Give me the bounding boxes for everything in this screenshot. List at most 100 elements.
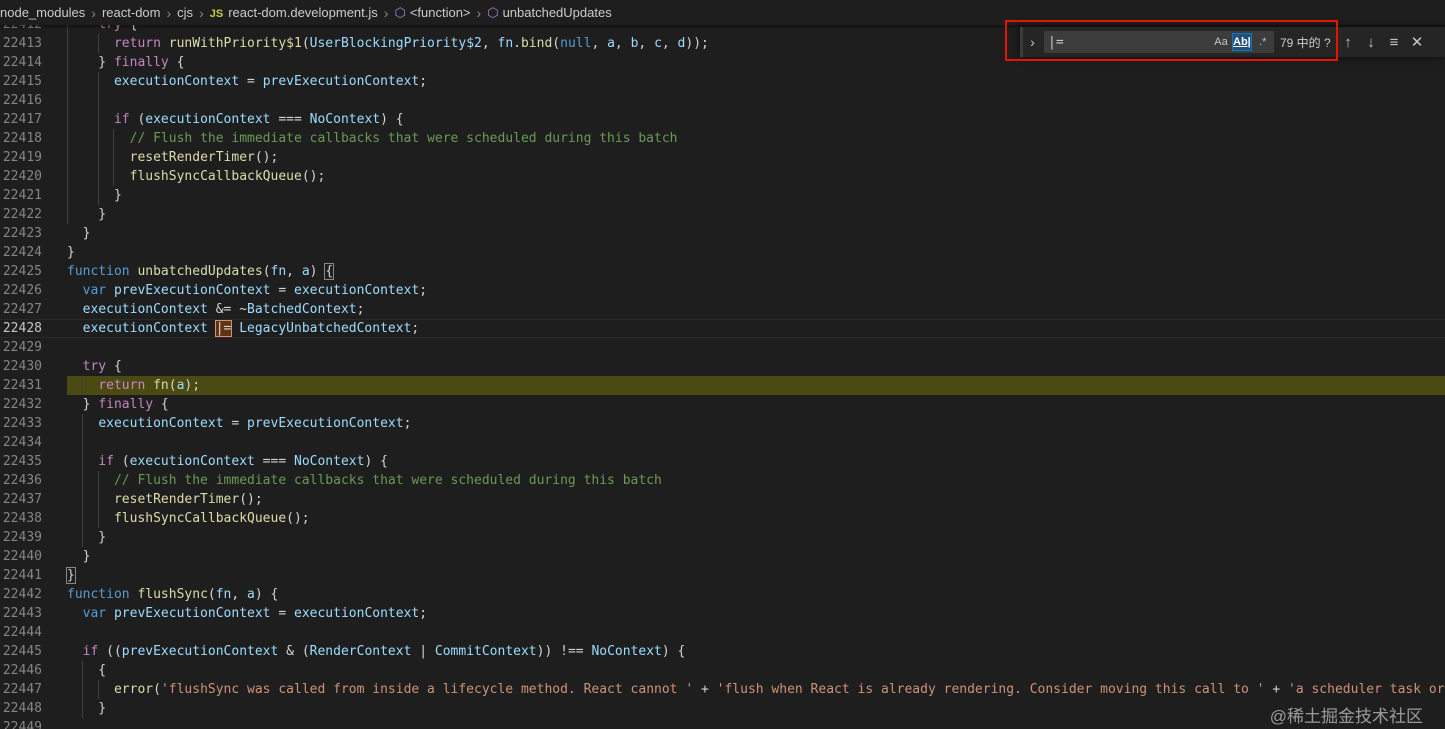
code-line[interactable]: 22441}	[0, 566, 1445, 585]
line-number: 22443	[2, 606, 42, 621]
line-code[interactable]: error('flushSync was called from inside …	[67, 680, 1445, 699]
line-code[interactable]: } finally {	[67, 395, 169, 414]
line-number: 22449	[2, 720, 42, 729]
line-code[interactable]: flushSyncCallbackQueue();	[67, 167, 326, 186]
line-code[interactable]: if (executionContext === NoContext) {	[67, 110, 404, 129]
line-number: 22425	[2, 264, 42, 279]
line-code[interactable]: executionContext = prevExecutionContext;	[67, 414, 411, 433]
code-line[interactable]: 22416	[0, 91, 1445, 110]
line-code[interactable]: }	[67, 699, 106, 718]
line-code[interactable]: flushSyncCallbackQueue();	[67, 509, 310, 528]
line-number: 22431	[2, 378, 42, 393]
breadcrumb-file[interactable]: JS react-dom.development.js	[210, 5, 378, 20]
line-code[interactable]: resetRenderTimer();	[67, 148, 279, 167]
code-line[interactable]: 22423 }	[0, 224, 1445, 243]
code-line[interactable]: 22432 } finally {	[0, 395, 1445, 414]
line-code[interactable]: return runWithPriority$1(UserBlockingPri…	[67, 34, 709, 53]
find-in-selection-icon[interactable]: ≡	[1383, 31, 1405, 53]
line-code[interactable]: return fn(a);	[67, 376, 200, 395]
line-code[interactable]: }	[67, 205, 106, 224]
match-case-toggle[interactable]: Aa	[1212, 33, 1230, 51]
line-code[interactable]: }	[66, 566, 76, 585]
line-code[interactable]: resetRenderTimer();	[67, 490, 263, 509]
close-icon[interactable]: ✕	[1406, 31, 1428, 53]
line-code[interactable]: // Flush the immediate callbacks that we…	[67, 129, 678, 148]
line-code[interactable]: executionContext = prevExecutionContext;	[67, 72, 427, 91]
line-code[interactable]: }	[67, 243, 75, 262]
line-code[interactable]: executionContext |= LegacyUnbatchedConte…	[67, 319, 419, 338]
line-code[interactable]: try {	[67, 357, 122, 376]
line-number: 22420	[2, 169, 42, 184]
code-line[interactable]: 22420 flushSyncCallbackQueue();	[0, 167, 1445, 186]
code-line-current[interactable]: 22428 executionContext |= LegacyUnbatche…	[0, 319, 1445, 338]
code-line[interactable]: 22440 }	[0, 547, 1445, 566]
code-line[interactable]: 22415 executionContext = prevExecutionCo…	[0, 72, 1445, 91]
line-number: 22435	[2, 454, 42, 469]
code-line[interactable]: 22422 }	[0, 205, 1445, 224]
whole-word-toggle[interactable]: Ab|	[1232, 33, 1252, 51]
code-line[interactable]: 22418 // Flush the immediate callbacks t…	[0, 129, 1445, 148]
line-code[interactable]: }	[67, 224, 91, 243]
chevron-right-icon: ›	[383, 4, 389, 21]
code-line[interactable]: 22425 function unbatchedUpdates(fn, a) {	[0, 262, 1445, 281]
breadcrumb-function-unbatched[interactable]: ⬡ unbatchedUpdates	[487, 5, 612, 21]
code-line[interactable]: 22448 }	[0, 699, 1445, 718]
code-line[interactable]: 22419 resetRenderTimer();	[0, 148, 1445, 167]
code-line[interactable]: 22421 }	[0, 186, 1445, 205]
line-code[interactable]: }	[67, 547, 91, 566]
line-number: 22439	[2, 530, 42, 545]
code-line[interactable]: 22442 function flushSync(fn, a) {	[0, 585, 1445, 604]
code-editor[interactable]: 22412 try { 22413 return runWithPriority…	[0, 15, 1445, 729]
line-code[interactable]: var prevExecutionContext = executionCont…	[67, 604, 427, 623]
line-number: 22419	[2, 150, 42, 165]
line-number: 22433	[2, 416, 42, 431]
code-line[interactable]: 22438 flushSyncCallbackQueue();	[0, 509, 1445, 528]
code-line[interactable]: 22436 // Flush the immediate callbacks t…	[0, 471, 1445, 490]
line-code[interactable]: executionContext &= ~BatchedContext;	[67, 300, 365, 319]
breadcrumb-react-dom[interactable]: react-dom	[102, 5, 161, 20]
line-code[interactable]: } finally {	[67, 53, 184, 72]
line-number: 22413	[2, 36, 42, 51]
code-line[interactable]: 22426 var prevExecutionContext = executi…	[0, 281, 1445, 300]
line-number: 22428	[2, 321, 42, 336]
line-code[interactable]: }	[67, 528, 106, 547]
code-line[interactable]: 22434	[0, 433, 1445, 452]
line-code[interactable]: function unbatchedUpdates(fn, a) {	[67, 262, 335, 281]
line-code[interactable]: if (executionContext === NoContext) {	[67, 452, 388, 471]
code-line[interactable]: 22446 {	[0, 661, 1445, 680]
next-match-icon[interactable]: ↓	[1360, 31, 1382, 53]
code-line[interactable]: 22444	[0, 623, 1445, 642]
code-line[interactable]: 22447 error('flushSync was called from i…	[0, 680, 1445, 699]
breadcrumb-node-modules[interactable]: node_modules	[0, 5, 85, 20]
code-line[interactable]: 22437 resetRenderTimer();	[0, 490, 1445, 509]
code-line[interactable]: 22435 if (executionContext === NoContext…	[0, 452, 1445, 471]
line-code[interactable]: // Flush the immediate callbacks that we…	[67, 471, 662, 490]
line-number: 22422	[2, 207, 42, 222]
line-code[interactable]: {	[67, 661, 106, 680]
code-line[interactable]: 22417 if (executionContext === NoContext…	[0, 110, 1445, 129]
code-line-highlighted[interactable]: 22431 return fn(a);	[0, 376, 1445, 395]
toggle-replace-button[interactable]: ›	[1020, 27, 1042, 57]
line-number: 22438	[2, 511, 42, 526]
code-line[interactable]: 22424}	[0, 243, 1445, 262]
line-number: 22440	[2, 549, 42, 564]
code-line[interactable]: 22449	[0, 718, 1445, 729]
code-line[interactable]: 22433 executionContext = prevExecutionCo…	[0, 414, 1445, 433]
breadcrumb-cjs[interactable]: cjs	[177, 5, 193, 20]
code-line[interactable]: 22429	[0, 338, 1445, 357]
code-line[interactable]: 22427 executionContext &= ~BatchedContex…	[0, 300, 1445, 319]
breadcrumb-function-anon[interactable]: ⬡ <function>	[394, 5, 470, 21]
line-code[interactable]: }	[67, 186, 122, 205]
line-number: 22414	[2, 55, 42, 70]
previous-match-icon[interactable]: ↑	[1337, 31, 1359, 53]
code-line[interactable]: 22443 var prevExecutionContext = executi…	[0, 604, 1445, 623]
find-input[interactable]	[1044, 33, 1210, 51]
line-number: 22447	[2, 682, 42, 697]
line-code[interactable]: function flushSync(fn, a) {	[67, 585, 278, 604]
code-line[interactable]: 22445 if ((prevExecutionContext & (Rende…	[0, 642, 1445, 661]
line-code[interactable]: var prevExecutionContext = executionCont…	[67, 281, 427, 300]
regex-toggle[interactable]: .*	[1254, 33, 1272, 51]
code-line[interactable]: 22430 try {	[0, 357, 1445, 376]
code-line[interactable]: 22439 }	[0, 528, 1445, 547]
line-code[interactable]: if ((prevExecutionContext & (RenderConte…	[67, 642, 686, 661]
